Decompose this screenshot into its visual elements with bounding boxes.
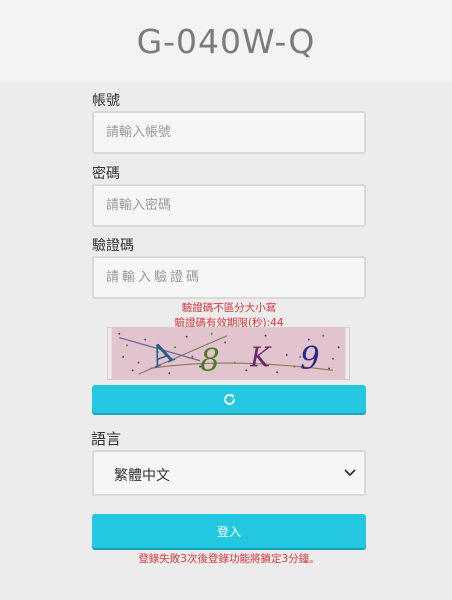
refresh-captcha-button[interactable] <box>92 385 366 413</box>
captcha-char-3: K <box>249 342 272 373</box>
captcha-char-2: 8 <box>200 342 220 378</box>
language-selected-value: 繁體中文 <box>114 468 170 484</box>
language-select[interactable]: 繁體中文 <box>92 450 366 496</box>
password-label: 密碼 <box>92 166 120 182</box>
account-label: 帳號 <box>92 93 120 109</box>
captcha-image: A 8 K 9 <box>107 327 350 380</box>
refresh-icon <box>223 393 235 405</box>
captcha-case-notice: 驗證碼不區分大小寫 <box>181 302 277 314</box>
page-title: G-040W-Q <box>136 21 316 61</box>
captcha-input[interactable] <box>92 256 366 299</box>
chevron-down-icon <box>344 469 356 476</box>
account-input[interactable] <box>92 111 366 154</box>
language-label: 語言 <box>91 430 122 448</box>
captcha-label: 驗證碼 <box>92 238 134 254</box>
login-button[interactable]: 登入 <box>92 514 366 548</box>
captcha-char-4: 9 <box>300 340 320 376</box>
header-bar: G-040W-Q <box>0 0 452 82</box>
lockout-notice: 登錄失敗3次後登錄功能將鎖定3分鐘。 <box>138 553 320 565</box>
password-input[interactable] <box>92 184 366 227</box>
